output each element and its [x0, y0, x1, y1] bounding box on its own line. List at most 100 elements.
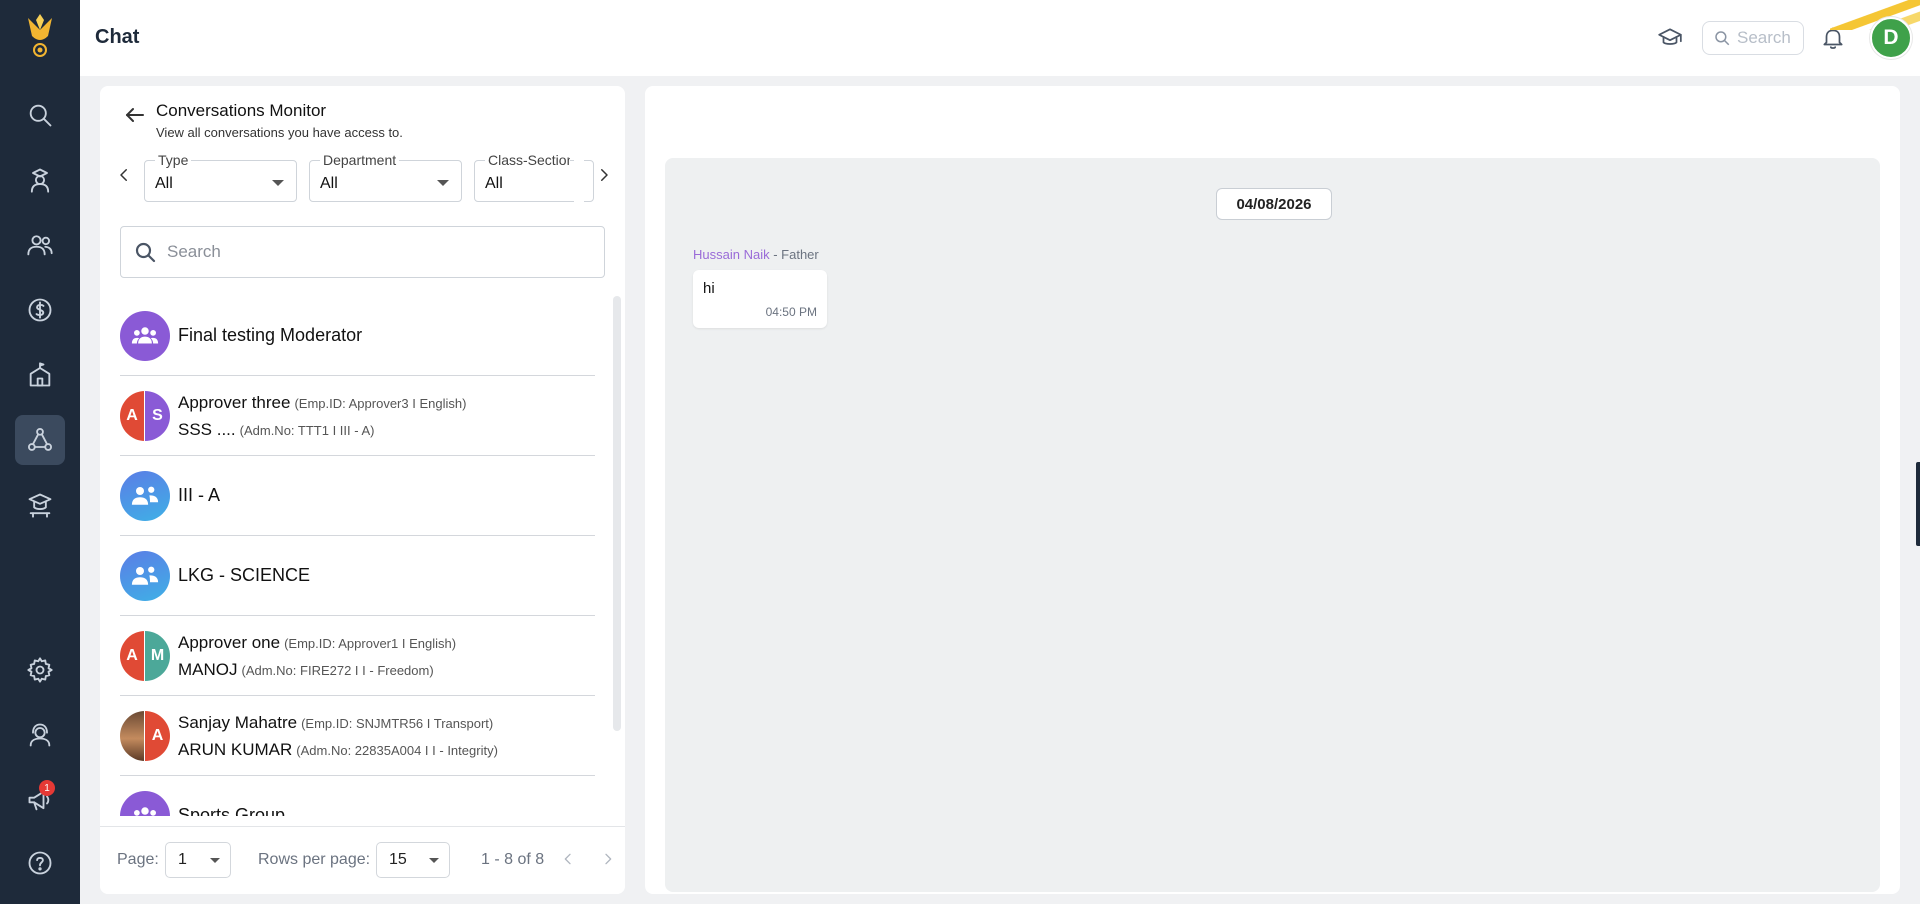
filters-scroll-right[interactable]: [591, 162, 617, 188]
support-agent-icon: [29, 723, 51, 747]
filter-department[interactable]: Department All: [309, 152, 462, 202]
panel-title: Conversations Monitor: [156, 101, 327, 120]
message-sender: Hussain Naik - Father: [693, 247, 819, 262]
group-avatar: [120, 311, 170, 361]
list-scrollbar[interactable]: [613, 296, 621, 731]
people-icon: [27, 235, 53, 256]
pair-avatar: A S: [120, 391, 170, 441]
conversation-item[interactable]: LKG - SCIENCE: [120, 536, 595, 616]
conversation-line1: Approver three (Emp.ID: Approver3 I Engli…: [178, 393, 466, 413]
conversation-title: Final testing Moderator: [178, 325, 363, 345]
next-page-button[interactable]: [596, 847, 620, 871]
filter-department-label: Department: [320, 152, 400, 168]
avatar-initial-left: A: [120, 631, 145, 681]
avatar-initial-left: A: [120, 391, 145, 441]
group-avatar: [120, 791, 170, 816]
search-icon: [29, 104, 52, 127]
chevron-left-icon: [564, 853, 571, 865]
nav-help[interactable]: [15, 838, 65, 888]
nav-search[interactable]: [15, 90, 65, 140]
chat-panel: 04/08/2026 Hussain Naik - Father hi 04:5…: [645, 86, 1900, 894]
conversations-monitor-panel: Conversations Monitor View all conversat…: [100, 86, 625, 894]
conversation-item[interactable]: Final testing Moderator: [120, 296, 595, 376]
conversation-line1: Approver one (Emp.ID: Approver1 I English…: [178, 633, 456, 653]
conversation-line2: MANOJ (Adm.No: FIRE272 I I - Freedom): [178, 660, 434, 680]
nav-classroom[interactable]: [15, 480, 65, 530]
sender-name: Hussain Naik: [693, 247, 770, 262]
student-name: SSS ....: [178, 420, 236, 439]
global-search-input[interactable]: [1737, 28, 1797, 48]
chevron-left-icon: [120, 169, 127, 181]
nav-announcements[interactable]: 1: [15, 775, 65, 825]
page-select[interactable]: 1: [165, 842, 231, 878]
conversation-title: LKG - SCIENCE: [178, 565, 311, 585]
classroom-icon: [28, 493, 52, 518]
left-nav-rail: 1: [0, 0, 80, 904]
arrow-left-icon: [126, 108, 144, 122]
class-group-icon: [131, 486, 159, 505]
rows-per-page-select[interactable]: 15: [376, 842, 450, 878]
filter-type-label: Type: [155, 152, 192, 168]
notification-badge: 1: [39, 780, 55, 796]
student-meta: (Adm.No: TTT1 I III - A): [239, 423, 375, 438]
student-name: ARUN KUMAR: [178, 740, 293, 759]
nav-school[interactable]: [15, 350, 65, 400]
user-avatar[interactable]: D: [1870, 17, 1912, 59]
filters-scroll-left[interactable]: [111, 162, 137, 188]
filter-type-value: All: [155, 175, 173, 192]
pair-avatar: A M: [120, 631, 170, 681]
staff-meta: (Emp.ID: Approver1 I English): [284, 636, 457, 651]
message-bubble[interactable]: hi 04:50 PM: [693, 270, 827, 328]
student-name: MANOJ: [178, 660, 238, 679]
previous-page-button[interactable]: [556, 847, 580, 871]
filter-class-section-value: All: [485, 175, 503, 192]
message-text: hi: [703, 280, 715, 297]
nav-chat[interactable]: [15, 415, 65, 465]
staff-meta: (Emp.ID: Approver3 I English): [294, 396, 467, 411]
conversation-item[interactable]: A S Approver three (Emp.ID: Approver3 I E…: [120, 376, 595, 456]
nav-people[interactable]: [15, 220, 65, 270]
global-search[interactable]: [1702, 21, 1804, 55]
rows-per-page-value: 15: [389, 851, 407, 868]
graduation-cap-icon: [1658, 28, 1682, 45]
app-logo[interactable]: [18, 12, 62, 62]
conversation-line2: SSS .... (Adm.No: TTT1 I III - A): [178, 420, 374, 440]
avatar-initial-right: M: [145, 631, 170, 681]
conversation-item[interactable]: Sports Group: [120, 776, 595, 816]
staff-name: Approver one: [178, 633, 281, 652]
staff-meta: (Emp.ID: SNJMTR56 I Transport): [301, 716, 494, 731]
gear-icon: [27, 657, 53, 683]
conversation-item[interactable]: A M Approver one (Emp.ID: Approver1 I Eng…: [120, 616, 595, 696]
caret-down-icon: [272, 180, 284, 186]
nav-fees[interactable]: [15, 285, 65, 335]
message-area: 04/08/2026 Hussain Naik - Father hi 04:5…: [665, 158, 1880, 892]
conversation-title: III - A: [178, 485, 221, 505]
conversation-item[interactable]: A Sanjay Mahatre (Emp.ID: SNJMTR56 I Tran…: [120, 696, 595, 776]
caret-down-icon: [210, 858, 220, 863]
nav-settings[interactable]: [15, 645, 65, 695]
chevron-right-icon: [605, 853, 612, 865]
filter-department-value: All: [320, 175, 338, 192]
nav-support[interactable]: [15, 710, 65, 760]
caret-down-icon: [429, 858, 439, 863]
date-separator: 04/08/2026: [1216, 188, 1332, 220]
panel-subtitle: View all conversations you have access t…: [156, 125, 403, 140]
class-group-icon: [131, 566, 159, 585]
learning-button[interactable]: [1655, 23, 1685, 53]
conversation-search[interactable]: [120, 226, 605, 278]
nav-student[interactable]: [15, 155, 65, 205]
group-icon: [134, 807, 156, 816]
filter-overflow-mask: [574, 160, 584, 202]
conversation-list: Final testing Moderator A S Approver thr…: [120, 296, 595, 816]
page-title: Chat: [95, 26, 140, 48]
conversation-search-input[interactable]: [167, 242, 567, 262]
side-drawer-handle[interactable]: [1916, 462, 1920, 546]
filter-type[interactable]: Type All: [144, 152, 297, 202]
staff-name: Approver three: [178, 393, 291, 412]
avatar-initial-right: S: [145, 391, 170, 441]
back-button[interactable]: [120, 100, 150, 130]
conversation-line1: Sanjay Mahatre (Emp.ID: SNJMTR56 I Transp…: [178, 713, 493, 733]
conversation-item[interactable]: III - A: [120, 456, 595, 536]
sender-relation: - Father: [773, 247, 819, 262]
help-icon: [28, 851, 52, 875]
